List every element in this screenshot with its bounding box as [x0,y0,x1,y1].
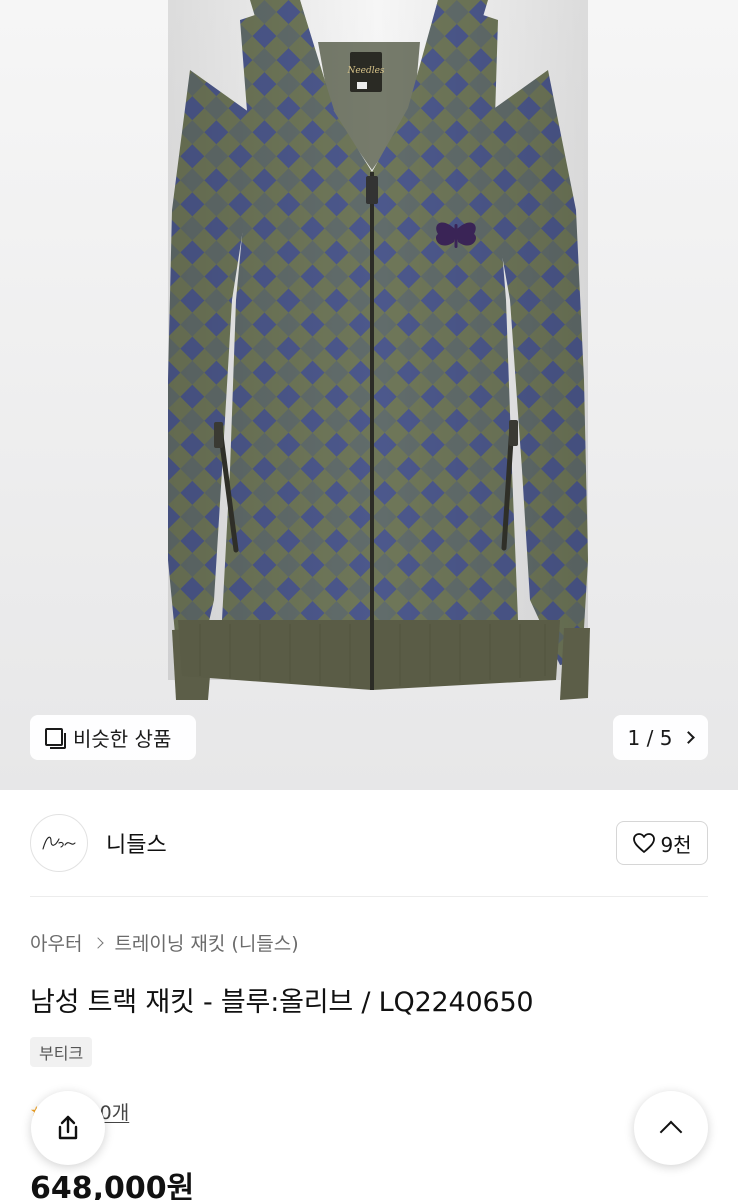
product-price: 648,000원 [30,1171,195,1200]
chevron-right-icon [682,731,696,744]
brand-row: 니들스 9천 [30,813,708,873]
breadcrumb-item-training-jacket[interactable]: 트레이닝 재킷 (니들스) [114,929,298,956]
product-image-gallery[interactable]: Needles [0,0,738,790]
share-button[interactable] [31,1091,105,1165]
brand-like-button[interactable]: 9천 [616,821,708,865]
heart-outline-icon [633,833,656,853]
share-icon [58,1115,78,1140]
similar-products-label: 비슷한 상품 [73,727,172,751]
breadcrumb-item-outer[interactable]: 아우터 [30,929,82,956]
needles-logo-icon [42,836,76,850]
similar-products-button[interactable]: 비슷한 상품 [30,715,196,760]
image-counter-button[interactable]: 1 / 5 [613,715,708,760]
brand-like-count: 9천 [660,832,692,857]
product-title: 남성 트랙 재킷 - 블루:올리브 / LQ2240650 [30,987,534,1018]
overlapping-squares-icon [45,727,66,749]
product-photo-jacket: Needles [168,0,590,700]
scroll-to-top-button[interactable] [634,1091,708,1165]
chevron-up-icon [659,1120,683,1144]
brand-name[interactable]: 니들스 [106,827,167,859]
chevron-right-icon [92,936,105,949]
section-divider [30,896,708,897]
product-tag: 부티크 [30,1037,93,1067]
image-counter-text: 1 / 5 [627,725,673,750]
brand-logo[interactable] [30,814,88,872]
breadcrumb: 아우터 트레이닝 재킷 (니들스) [30,929,299,956]
